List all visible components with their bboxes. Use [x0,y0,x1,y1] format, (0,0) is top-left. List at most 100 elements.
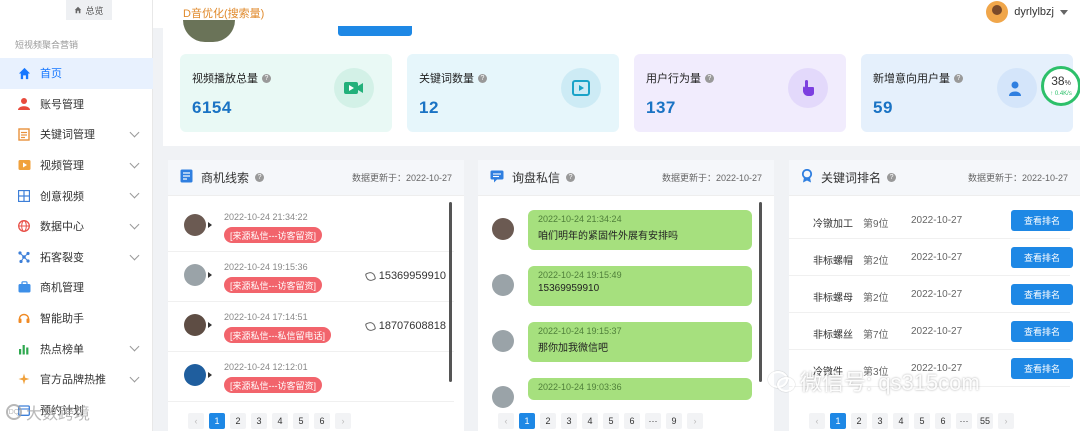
sidebar-item-creative-videos[interactable]: 创意视频 [0,180,153,211]
stat-title: 关键词数量 [419,73,474,85]
message-time: 2022-10-24 21:34:24 [538,214,622,224]
page-button[interactable]: 2 [851,413,867,429]
help-icon[interactable]: ? [954,73,963,83]
help-icon[interactable]: ? [255,173,265,182]
prev-page-icon[interactable]: ‹ [498,413,514,429]
updated-date: 数据更新于：2022-10-27 [661,173,762,183]
overview-tab[interactable]: 总览 [66,0,112,20]
sidebar-item-label: 官方品牌热推 [40,374,106,387]
page-ellipsis[interactable]: ··· [956,413,972,429]
panel-title: 询盘私信 [512,171,561,185]
page-button[interactable]: 2 [540,413,556,429]
lead-row[interactable]: 2022-10-24 17:14:51 [来源私信---私信留电话] 18707… [168,302,454,352]
page-button[interactable]: 1 [830,413,846,429]
view-ranking-button[interactable]: 查看排名 [1011,284,1073,305]
view-ranking-button[interactable]: 查看排名 [1011,210,1073,231]
keyword: 冷镦加工 [813,219,853,230]
scrollbar[interactable] [449,202,452,382]
users-icon [997,68,1037,108]
prev-page-icon[interactable]: ‹ [809,413,825,429]
user-menu[interactable]: dyrlylbzj [986,1,1068,23]
page-button[interactable]: 55 [977,413,993,429]
help-icon[interactable]: ? [262,73,271,83]
stat-card-user-actions: 用户行为量? 137 [634,54,846,132]
phone-number: 18707608818 [378,320,446,332]
sidebar-item-videos[interactable]: 视频管理 [0,150,153,181]
sidebar-menu: 首页 账号管理 关键词管理 视频管理 创意视频 数据中心 拓客裂变 商机管理 智… [0,58,153,425]
pointer-hand-icon [788,68,828,108]
page-button[interactable]: 1 [519,413,535,429]
lead-source-tag: [来源私信---访客留资] [224,277,322,293]
page-button[interactable]: 6 [624,413,640,429]
lead-row[interactable]: 2022-10-24 21:34:22 [来源私信---访客留资] [168,202,454,252]
prev-page-icon[interactable]: ‹ [188,413,204,429]
page-button[interactable]: 2 [230,413,246,429]
page-button[interactable]: 5 [293,413,309,429]
pagination: ‹ 1 2 3 4 5 6 ··· 9 › [478,411,774,431]
keyword-date: 2022-10-27 [911,252,963,263]
message-bubble[interactable]: 2022-10-24 19:15:49 15369959910 [528,266,752,306]
help-icon[interactable]: ? [705,73,714,83]
sidebar-item-smart-assistant[interactable]: 智能助手 [0,303,153,334]
page-button[interactable]: 4 [582,413,598,429]
page-button[interactable]: 6 [935,413,951,429]
page-button[interactable]: 3 [251,413,267,429]
message-bubble[interactable]: 2022-10-24 21:34:24 咱们明年的紧固件外展有安排吗 [528,210,752,250]
panel-header: 关键词排名 ? 数据更新于：2022-10-27 [789,160,1080,196]
caret-right-icon [208,222,212,228]
sidebar-caption: 短视频聚合营销 [15,40,79,50]
lead-row[interactable]: 2022-10-24 19:15:36 [来源私信---访客留资] 153699… [168,252,454,302]
sidebar-item-keywords[interactable]: 关键词管理 [0,119,153,150]
sidebar-item-label: 商机管理 [40,282,84,295]
message-bubble[interactable]: 2022-10-24 19:03:36 [528,378,752,400]
message-text: 15369959910 [538,283,600,294]
stat-card-keywords: 关键词数量? 12 [407,54,619,132]
play-box-icon [561,68,601,108]
sidebar-item-accounts[interactable]: 账号管理 [0,89,153,120]
sidebar-item-opportunities[interactable]: 商机管理 [0,272,153,303]
page-ellipsis[interactable]: ··· [645,413,661,429]
stat-title: 新增意向用户量 [873,73,950,85]
keyword-rank: 第7位 [863,330,889,341]
next-page-icon[interactable]: › [687,413,703,429]
sidebar-item-brand-promo[interactable]: 官方品牌热推 [0,364,153,395]
sidebar-item-label: 关键词管理 [40,129,95,142]
page-button[interactable]: 1 [209,413,225,429]
document-icon [180,169,193,186]
message-bubble[interactable]: 2022-10-24 19:15:37 那你加我微信吧 [528,322,752,362]
phone-icon [364,320,376,332]
sidebar-item-label: 热点榜单 [40,343,84,356]
sidebar-item-customer-acquisition[interactable]: 拓客裂变 [0,242,153,273]
panel-title: 商机线索 [201,171,250,185]
keyword: 非标螺母 [813,293,853,304]
next-page-icon[interactable]: › [998,413,1014,429]
view-ranking-button[interactable]: 查看排名 [1011,358,1073,379]
page-button[interactable]: 3 [561,413,577,429]
lead-row[interactable]: 2022-10-24 12:12:01 [来源私信---访客留资] [168,352,454,402]
page-button[interactable]: 5 [603,413,619,429]
keyword-date: 2022-10-27 [911,326,963,337]
page-button[interactable]: 9 [666,413,682,429]
watermark-right: 微信号: qs315com [768,365,980,397]
top-action-button[interactable] [338,26,412,36]
help-icon[interactable]: ? [887,173,897,182]
panel-header: 询盘私信 ? 数据更新于：2022-10-27 [478,160,774,196]
sidebar: 总览 短视频聚合营销 首页 账号管理 关键词管理 视频管理 创意视频 数据中心 … [0,0,153,431]
sidebar-item-home[interactable]: 首页 [0,58,153,89]
help-icon[interactable]: ? [566,173,576,182]
page-button[interactable]: 5 [914,413,930,429]
page-button[interactable]: 4 [893,413,909,429]
chevron-down-icon [129,372,140,383]
page-button[interactable]: 6 [314,413,330,429]
caret-right-icon [208,272,212,278]
sidebar-item-data-center[interactable]: 数据中心 [0,211,153,242]
page-button[interactable]: 4 [272,413,288,429]
scrollbar[interactable] [759,202,762,382]
page-button[interactable]: 3 [872,413,888,429]
view-ranking-button[interactable]: 查看排名 [1011,247,1073,268]
help-icon[interactable]: ? [478,73,487,83]
pagination: ‹ 1 2 3 4 5 6 › [168,411,464,431]
sidebar-item-trending[interactable]: 热点榜单 [0,333,153,364]
next-page-icon[interactable]: › [335,413,351,429]
view-ranking-button[interactable]: 查看排名 [1011,321,1073,342]
